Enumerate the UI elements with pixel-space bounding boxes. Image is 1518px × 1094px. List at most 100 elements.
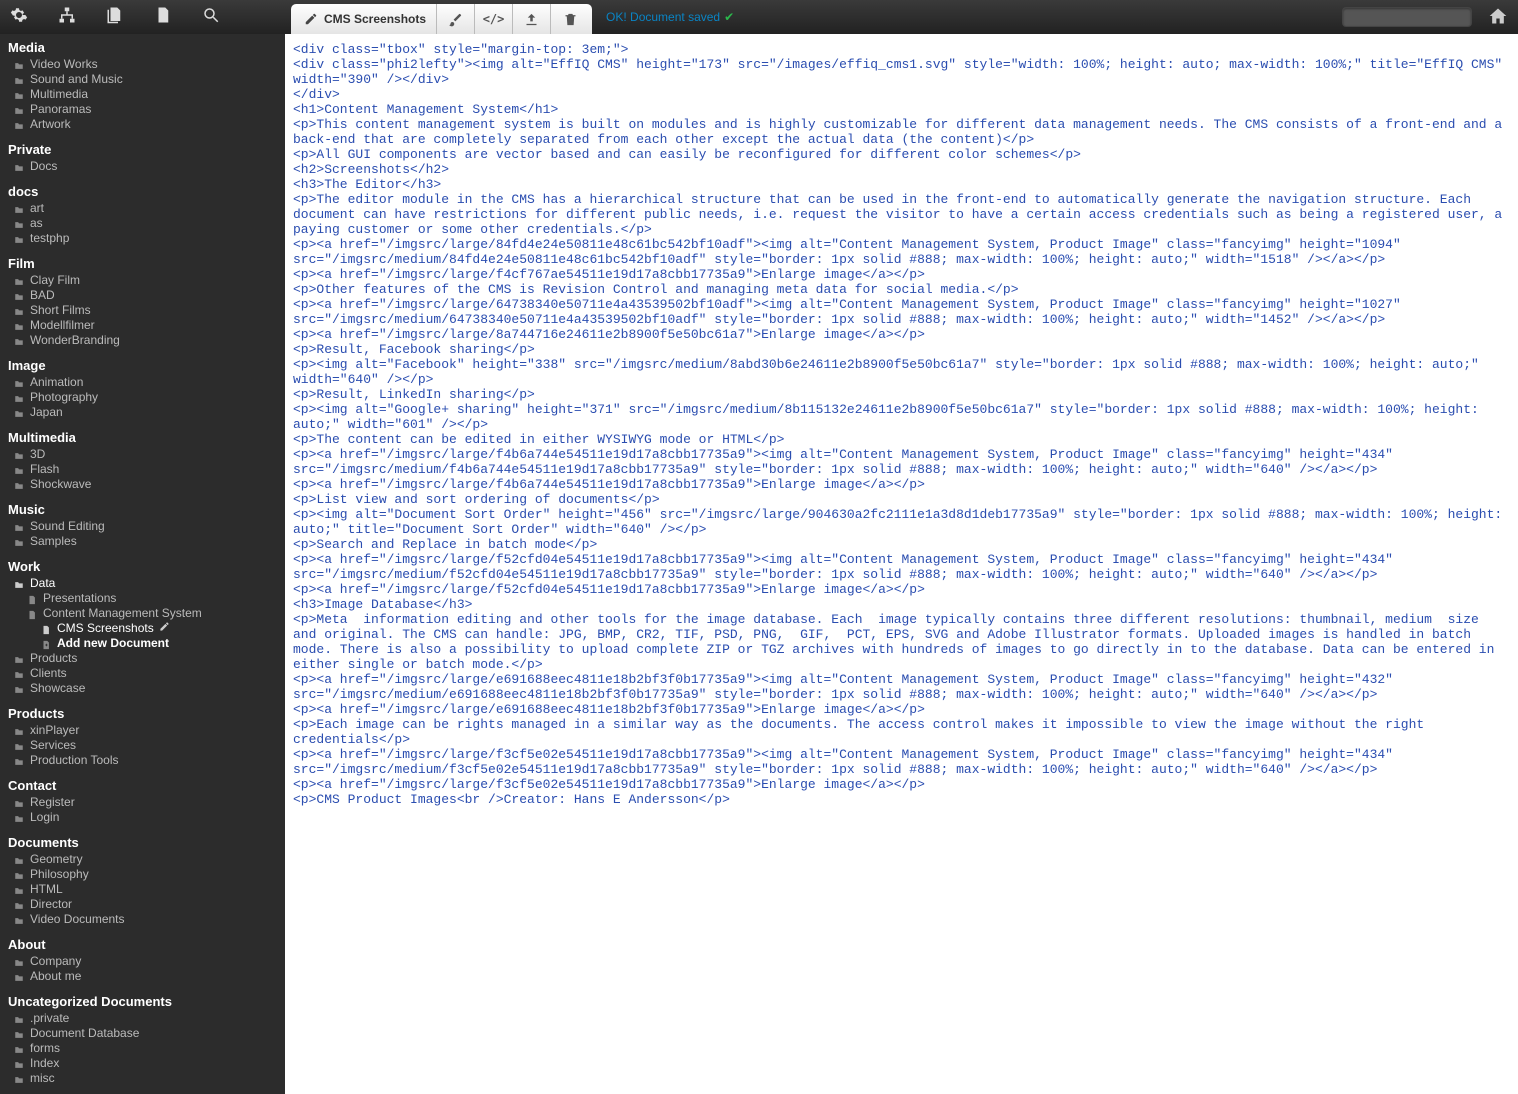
- sidebar-group[interactable]: Media: [8, 40, 279, 55]
- sidebar-item[interactable]: WonderBranding: [8, 333, 279, 348]
- sidebar-item-label: Content Management System: [43, 606, 202, 621]
- editor-pane[interactable]: <div class="tbox" style="margin-top: 3em…: [285, 34, 1518, 1094]
- sidebar-item[interactable]: misc: [8, 1071, 279, 1086]
- sidebar-item[interactable]: Clients: [8, 666, 279, 681]
- brush-icon[interactable]: [437, 4, 475, 34]
- folder-icon: [13, 885, 25, 895]
- sidebar-item[interactable]: Register: [8, 795, 279, 810]
- folder-icon: [13, 75, 25, 85]
- sidebar-item[interactable]: Data: [8, 576, 279, 591]
- search-icon[interactable]: [202, 6, 220, 29]
- sidebar-group[interactable]: Image: [8, 358, 279, 373]
- folder-icon: [13, 537, 25, 547]
- sidebar-item[interactable]: Document Database: [8, 1026, 279, 1041]
- sidebar-item[interactable]: Products: [8, 651, 279, 666]
- sidebar-group[interactable]: Work: [8, 559, 279, 574]
- sidebar-item[interactable]: Japan: [8, 405, 279, 420]
- sidebar-group[interactable]: Private: [8, 142, 279, 157]
- sidebar-item[interactable]: Geometry: [8, 852, 279, 867]
- sidebar-item[interactable]: Philosophy: [8, 867, 279, 882]
- code-icon[interactable]: </>: [475, 4, 513, 34]
- folder-icon: [13, 900, 25, 910]
- sitemap-icon[interactable]: [58, 6, 76, 29]
- sidebar-group[interactable]: Contact: [8, 778, 279, 793]
- sidebar-item-label: misc: [30, 1071, 55, 1086]
- sidebar-item[interactable]: Content Management System: [8, 606, 279, 621]
- sidebar-item[interactable]: HTML: [8, 882, 279, 897]
- sidebar-item[interactable]: forms: [8, 1041, 279, 1056]
- sidebar-item[interactable]: About me: [8, 969, 279, 984]
- sidebar-item[interactable]: Production Tools: [8, 753, 279, 768]
- sidebar-item[interactable]: Company: [8, 954, 279, 969]
- sidebar-item[interactable]: Samples: [8, 534, 279, 549]
- sidebar-item[interactable]: Docs: [8, 159, 279, 174]
- sidebar-item[interactable]: Clay Film: [8, 273, 279, 288]
- sidebar-group[interactable]: Documents: [8, 835, 279, 850]
- editor-content[interactable]: <div class="tbox" style="margin-top: 3em…: [285, 34, 1518, 815]
- document-icon[interactable]: [154, 6, 172, 29]
- sidebar-item[interactable]: .private: [8, 1011, 279, 1026]
- sidebar-item-label: Production Tools: [30, 753, 119, 768]
- folder-icon: [13, 480, 25, 490]
- sidebar-item[interactable]: Index: [8, 1056, 279, 1071]
- sidebar-item[interactable]: Director: [8, 897, 279, 912]
- sidebar-item-label: Video Documents: [30, 912, 125, 927]
- sidebar-item[interactable]: xinPlayer: [8, 723, 279, 738]
- document-icon: [40, 624, 52, 634]
- sidebar-item-label: Index: [30, 1056, 59, 1071]
- trash-icon[interactable]: [551, 4, 589, 34]
- sidebar-item[interactable]: Short Films: [8, 303, 279, 318]
- sidebar-item[interactable]: BAD: [8, 288, 279, 303]
- sidebar-item-label: Shockwave: [30, 477, 91, 492]
- sidebar-item[interactable]: Artwork: [8, 117, 279, 132]
- folder-icon: [13, 813, 25, 823]
- sidebar-item[interactable]: Login: [8, 810, 279, 825]
- home-icon[interactable]: [1488, 6, 1508, 29]
- folder-icon: [13, 60, 25, 70]
- sidebar-item[interactable]: Sound and Music: [8, 72, 279, 87]
- sidebar-item[interactable]: Sound Editing: [8, 519, 279, 534]
- sidebar-item[interactable]: Modellfilmer: [8, 318, 279, 333]
- sidebar-group[interactable]: Film: [8, 256, 279, 271]
- status-text: OK! Document saved: [606, 10, 720, 24]
- tab-title[interactable]: CMS Screenshots: [294, 4, 437, 34]
- sidebar-item[interactable]: testphp: [8, 231, 279, 246]
- sidebar-group[interactable]: docs: [8, 184, 279, 199]
- upload-icon[interactable]: [513, 4, 551, 34]
- documents-icon[interactable]: [106, 6, 124, 29]
- sidebar-item[interactable]: Add new Document: [8, 636, 279, 651]
- sidebar-item[interactable]: Video Documents: [8, 912, 279, 927]
- sidebar-group[interactable]: About: [8, 937, 279, 952]
- sidebar-item[interactable]: art: [8, 201, 279, 216]
- sidebar-item[interactable]: Presentations: [8, 591, 279, 606]
- sidebar-item[interactable]: Animation: [8, 375, 279, 390]
- sidebar-item[interactable]: Shockwave: [8, 477, 279, 492]
- sidebar-item-label: 3D: [30, 447, 45, 462]
- document-tab: CMS Screenshots </>: [291, 4, 592, 34]
- sidebar-item[interactable]: CMS Screenshots: [8, 621, 279, 636]
- folder-icon: [13, 291, 25, 301]
- gear-icon[interactable]: [10, 6, 28, 29]
- sidebar-item[interactable]: 3D: [8, 447, 279, 462]
- sidebar-item[interactable]: Panoramas: [8, 102, 279, 117]
- sidebar-item-label: Document Database: [30, 1026, 139, 1041]
- sidebar-group[interactable]: Music: [8, 502, 279, 517]
- sidebar-item[interactable]: Photography: [8, 390, 279, 405]
- sidebar-item[interactable]: as: [8, 216, 279, 231]
- sidebar-item[interactable]: Showcase: [8, 681, 279, 696]
- folder-icon: [13, 1014, 25, 1024]
- document-icon: [26, 609, 38, 619]
- sidebar-item[interactable]: Services: [8, 738, 279, 753]
- sidebar-group[interactable]: Products: [8, 706, 279, 721]
- pencil-icon: [304, 12, 318, 26]
- sidebar-item[interactable]: Multimedia: [8, 87, 279, 102]
- search-input[interactable]: [1342, 7, 1472, 27]
- sidebar-item[interactable]: Flash: [8, 462, 279, 477]
- sidebar-item[interactable]: Video Works: [8, 57, 279, 72]
- folder-icon: [13, 90, 25, 100]
- folder-icon: [13, 120, 25, 130]
- sidebar-item-label: Sound and Music: [30, 72, 123, 87]
- sidebar-group[interactable]: Multimedia: [8, 430, 279, 445]
- sidebar-item-label: xinPlayer: [30, 723, 79, 738]
- sidebar-group[interactable]: Uncategorized Documents: [8, 994, 279, 1009]
